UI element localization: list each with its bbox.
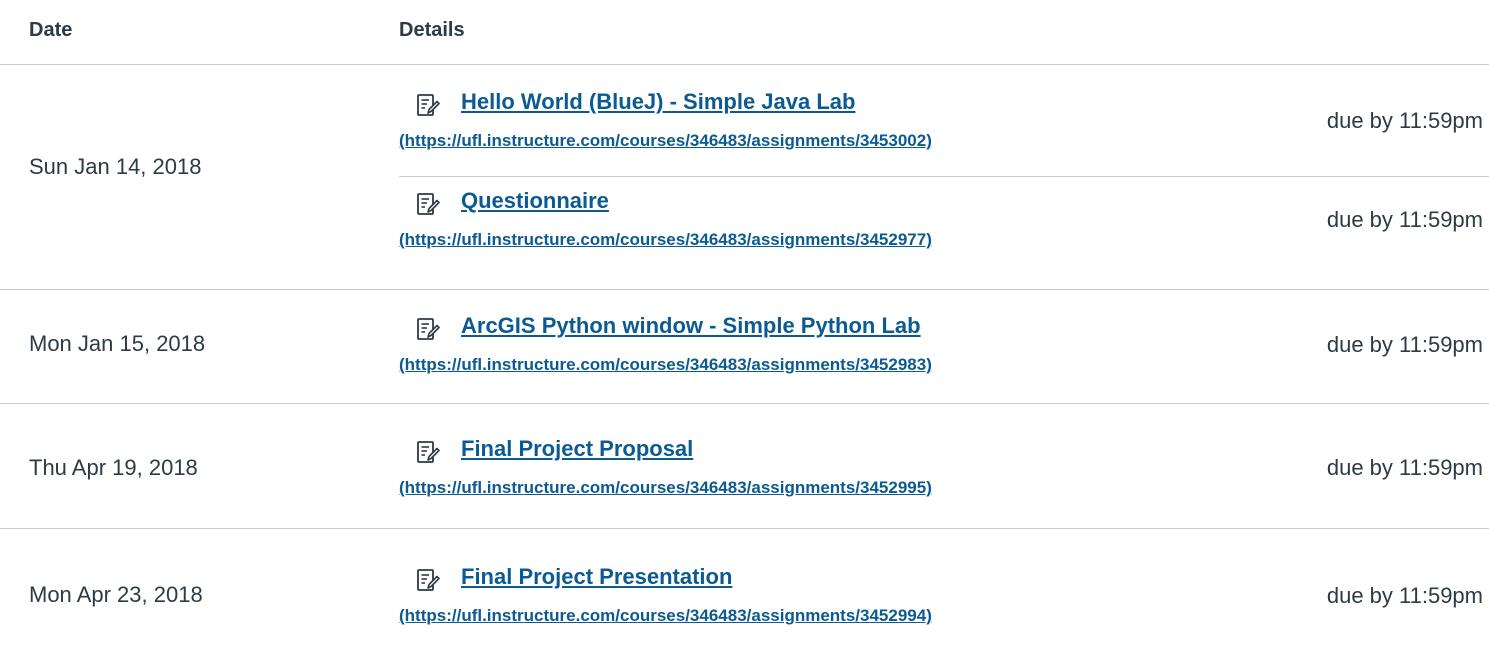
- assignment-title-link[interactable]: Hello World (BlueJ) - Simple Java Lab: [461, 89, 855, 115]
- assignment-row: Questionnaire (https://ufl.instructure.c…: [399, 188, 1489, 268]
- column-header-details: Details: [399, 19, 465, 41]
- assignment-icon: [417, 318, 440, 340]
- syllabus-table: Date Details Sun Jan 14, 2018 Hello Worl…: [0, 0, 1489, 648]
- date-cell: Thu Apr 19, 2018: [29, 455, 198, 480]
- assignment-title-link[interactable]: Questionnaire: [461, 188, 609, 214]
- date-cell: Mon Apr 23, 2018: [29, 582, 203, 607]
- due-time: due by 11:59pm: [1326, 583, 1483, 608]
- assignment-icon: [417, 569, 440, 591]
- due-time: due by 11:59pm: [1326, 332, 1483, 357]
- column-header-date: Date: [29, 19, 73, 41]
- due-time: due by 11:59pm: [1326, 455, 1483, 480]
- assignment-icon: [417, 193, 440, 215]
- assignment-icon: [417, 94, 440, 116]
- date-group: Thu Apr 19, 2018 Final Project Proposal …: [0, 404, 1489, 529]
- assignment-url-link[interactable]: (https://ufl.instructure.com/courses/346…: [399, 230, 932, 250]
- table-header: Date Details: [0, 0, 1489, 65]
- assignment-row: ArcGIS Python window - Simple Python Lab…: [399, 313, 1489, 393]
- assignment-url-link[interactable]: (https://ufl.instructure.com/courses/346…: [399, 478, 932, 498]
- assignment-row: Final Project Presentation (https://ufl.…: [399, 564, 1489, 644]
- assignment-url-link[interactable]: (https://ufl.instructure.com/courses/346…: [399, 355, 932, 375]
- date-group: Mon Jan 15, 2018 ArcGIS Python window - …: [0, 290, 1489, 404]
- assignment-row: Final Project Proposal (https://ufl.inst…: [399, 436, 1489, 516]
- assignment-title-link[interactable]: Final Project Proposal: [461, 436, 693, 462]
- row-divider: [399, 176, 1489, 177]
- assignment-url-link[interactable]: (https://ufl.instructure.com/courses/346…: [399, 606, 932, 626]
- assignment-icon: [417, 441, 440, 463]
- date-cell: Sun Jan 14, 2018: [29, 154, 202, 179]
- assignment-title-link[interactable]: Final Project Presentation: [461, 564, 732, 590]
- due-time: due by 11:59pm: [1326, 108, 1483, 133]
- date-group: Sun Jan 14, 2018 Hello World (BlueJ) - S…: [0, 65, 1489, 290]
- assignment-row: Hello World (BlueJ) - Simple Java Lab (h…: [399, 89, 1489, 169]
- date-group: Mon Apr 23, 2018 Final Project Presentat…: [0, 529, 1489, 647]
- assignment-url-link[interactable]: (https://ufl.instructure.com/courses/346…: [399, 131, 932, 151]
- assignment-title-link[interactable]: ArcGIS Python window - Simple Python Lab: [461, 313, 921, 339]
- date-cell: Mon Jan 15, 2018: [29, 331, 206, 356]
- due-time: due by 11:59pm: [1326, 207, 1483, 232]
